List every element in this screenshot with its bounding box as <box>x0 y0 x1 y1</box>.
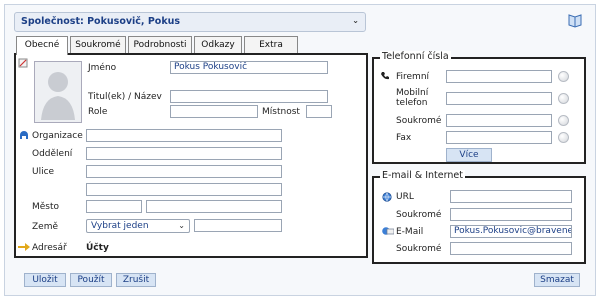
private-email-label: Soukromé <box>396 244 442 254</box>
addressbook-label: Adresář <box>32 243 67 253</box>
internet-fieldset: E-mail & Internet URL Soukromé E-Mail Po… <box>372 170 586 264</box>
more-phones-button[interactable]: Více <box>446 148 492 162</box>
person-silhouette-icon <box>41 72 75 120</box>
room-field[interactable] <box>306 105 332 118</box>
tab-label: Obecné <box>24 40 60 50</box>
mobile-phone-label-2: telefon <box>396 98 428 108</box>
private-email-field[interactable] <box>450 242 572 255</box>
fax-field[interactable] <box>446 131 552 144</box>
department-label: Oddělení <box>32 149 73 159</box>
country-label: Země <box>32 222 59 232</box>
private-phone-label: Soukromé <box>396 116 442 126</box>
company-select[interactable]: Společnost: Pokusovič, Pokus ⌄ <box>14 12 366 32</box>
name-field[interactable]: Pokus Pokusovič <box>170 61 328 74</box>
business-phone-label: Firemní <box>396 72 430 82</box>
url-label: URL <box>396 192 414 202</box>
globe-icon <box>382 192 392 202</box>
tab-label: Odkazy <box>201 40 235 50</box>
organization-icon <box>20 131 28 139</box>
street-field-1[interactable] <box>86 165 282 178</box>
chevron-down-icon: ⌄ <box>178 221 185 230</box>
cancel-button[interactable]: Zrušit <box>116 273 156 287</box>
title-field[interactable] <box>170 90 328 103</box>
business-phone-radio[interactable] <box>558 71 569 82</box>
save-button[interactable]: Uložit <box>24 273 66 287</box>
chevron-down-icon: ⌄ <box>352 16 359 25</box>
arrow-right-icon <box>18 243 30 251</box>
tab-label: Podrobnosti <box>133 40 187 50</box>
street-field-2[interactable] <box>86 183 282 196</box>
addressbook-value: Účty <box>86 243 109 253</box>
title-label: Titul(ek) / Název <box>88 92 162 102</box>
private-url-field[interactable] <box>450 208 572 221</box>
book-icon[interactable] <box>567 12 583 28</box>
role-label: Role <box>88 107 108 117</box>
company-select-label: Společnost: Pokusovič, Pokus <box>21 16 181 27</box>
delete-button[interactable]: Smazat <box>534 273 580 287</box>
phone-icon <box>381 72 389 80</box>
business-phone-field[interactable] <box>446 70 552 83</box>
street-label: Ulice <box>32 167 55 177</box>
organization-label: Organizace <box>32 131 83 141</box>
department-field[interactable] <box>86 147 282 160</box>
private-phone-radio[interactable] <box>558 115 569 126</box>
phones-legend: Telefonní čísla <box>380 51 451 62</box>
mobile-phone-label-1: Mobilní <box>396 88 429 98</box>
mobile-phone-radio[interactable] <box>558 93 569 104</box>
private-phone-field[interactable] <box>446 114 552 127</box>
internet-legend: E-mail & Internet <box>380 170 465 181</box>
mobile-phone-field[interactable] <box>446 92 552 105</box>
edit-icon[interactable] <box>18 58 28 68</box>
tab-label: Extra <box>259 40 283 50</box>
phones-fieldset: Telefonní čísla Firemní Mobilní telefon … <box>372 51 586 164</box>
email-label: E-Mail <box>396 227 424 237</box>
tab-label: Soukromé <box>75 40 121 50</box>
fax-radio[interactable] <box>558 132 569 143</box>
email-icon <box>382 227 394 235</box>
organization-field[interactable] <box>86 129 282 142</box>
room-label: Místnost <box>262 107 300 117</box>
city-label: Město <box>32 202 60 212</box>
tab-links[interactable]: Odkazy <box>194 36 242 54</box>
tab-private[interactable]: Soukromé <box>70 36 126 54</box>
apply-button[interactable]: Použít <box>70 273 112 287</box>
country-select-value: Vybrat jeden <box>91 221 149 231</box>
contact-photo[interactable] <box>34 61 82 123</box>
private-url-label: Soukromé <box>396 210 442 220</box>
country-select[interactable]: Vybrat jeden ⌄ <box>86 219 190 233</box>
name-label: Jméno <box>88 63 117 73</box>
general-panel: Jméno Pokus Pokusovič Titul(ek) / Název … <box>14 53 368 258</box>
fax-label: Fax <box>396 133 412 143</box>
postal-code-field[interactable] <box>86 200 142 213</box>
email-field[interactable]: Pokus.Pokusovic@bravene <box>450 225 572 238</box>
tab-extra[interactable]: Extra <box>244 36 298 54</box>
region-field[interactable] <box>194 219 282 232</box>
tab-details[interactable]: Podrobnosti <box>128 36 192 54</box>
city-field[interactable] <box>146 200 282 213</box>
url-field[interactable] <box>450 190 572 203</box>
role-field[interactable] <box>170 105 258 118</box>
tab-general[interactable]: Obecné <box>16 36 68 55</box>
